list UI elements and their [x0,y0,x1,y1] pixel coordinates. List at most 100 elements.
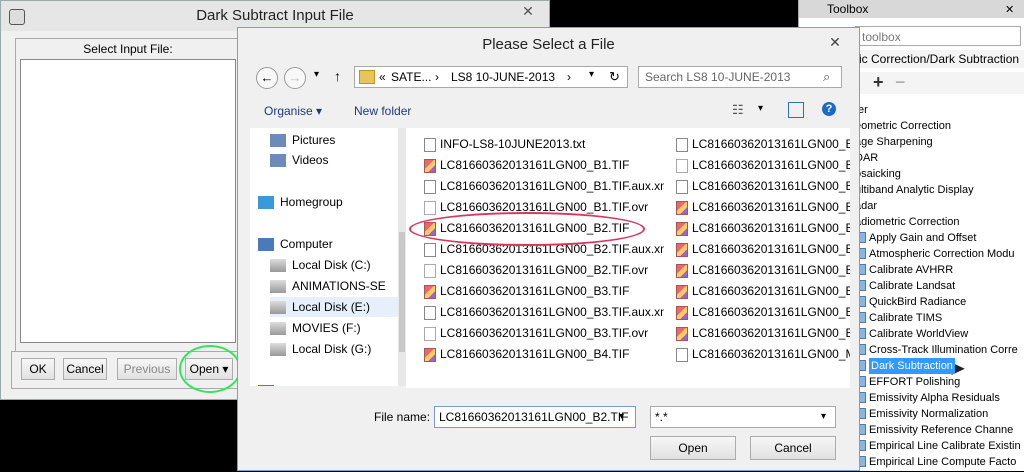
input-file-list[interactable] [20,59,236,343]
navigation-pane: Pictures Videos Homegroup Computer Local Dis… [250,128,398,386]
nav-item-label: Local Disk (G:) [292,342,372,356]
file-type-chevron-down-icon[interactable]: ▾ [821,407,826,427]
toolbox-item[interactable]: eometric Correction [855,118,951,134]
cancel-button[interactable]: Cancel [750,436,836,460]
file-name: LC81660362013161LGN00_B9.T [692,263,850,277]
file-type-select[interactable]: *.* ▾ [650,406,836,428]
computer-icon [258,238,274,252]
toolbox-item[interactable]: Calibrate AVHRR [869,262,953,278]
file-item[interactable]: LC81660362013161LGN00_B6.T [676,197,850,217]
nav-item[interactable]: Videos [270,150,328,170]
file-name: LC81660362013161LGN00_B3.TIF.aux.xml [440,305,664,319]
file-item[interactable]: INFO-LS8-10JUNE2013.txt [424,134,664,154]
file-name-chevron-down-icon[interactable]: ▾ [619,407,624,427]
address-part-ls8[interactable]: LS8 10-JUNE-2013 [451,70,555,84]
view-chevron-down-icon[interactable]: ▾ [758,103,763,114]
file-item[interactable]: LC81660362013161LGN00_MTL [676,344,850,364]
file-item[interactable]: LC81660362013161LGN00_B4.TIF [424,344,664,364]
address-chevron-down-icon[interactable]: ▾ [589,69,594,80]
toolbox-item[interactable]: Cross-Track Illumination Corre [869,342,1018,358]
ok-button[interactable]: OK [21,358,55,380]
network-icon [258,385,274,386]
new-folder-button[interactable]: New folder [354,104,411,118]
toolbox-item[interactable]: Atmospheric Correction Modu [869,246,1015,262]
search-icon[interactable]: ⌕ [823,69,830,85]
toolbox-item[interactable]: Emissivity Alpha Residuals [869,390,1000,406]
file-item[interactable]: LC81660362013161LGN00_B11. [676,302,850,322]
toolbox-item[interactable]: Emissivity Reference Channe [869,422,1013,438]
toolbox-item[interactable]: Calibrate WorldView [869,326,968,342]
back-icon[interactable]: ← [256,67,278,89]
search-input[interactable]: Search LS8 10-JUNE-2013 ⌕ [638,66,842,88]
view-options-icon[interactable]: ☷ [732,102,744,118]
add-icon[interactable]: + [873,72,884,93]
file-item[interactable]: LC81660362013161LGN00_B3.TIF.ovr [424,323,664,343]
nav-item[interactable]: Local Disk (C:) [270,255,371,275]
nav-item-label: Local Disk (E:) [292,300,371,314]
file-item[interactable]: LC81660362013161LGN00_B1.TIF.aux.xml [424,176,664,196]
file-item[interactable]: LC81660362013161LGN00_B4.T [676,155,850,175]
file-item[interactable]: LC81660362013161LGN00_B2.TIF.ovr [424,260,664,280]
nav-item[interactable]: Homegroup [258,192,343,212]
selected-file-highlight-ellipse [409,212,645,246]
file-item[interactable]: LC81660362013161LGN00_B7.T [676,218,850,238]
organise-button[interactable]: Organise ▾ [264,104,322,118]
toolbox-item[interactable]: QuickBird Radiance [869,294,966,310]
file-name-value: LC81660362013161LGN00_B2.TIF [439,410,629,424]
nav-item[interactable]: MOVIES (F:) [270,318,361,338]
help-icon[interactable]: ? [822,102,836,116]
toolbox-item[interactable]: Emissivity Normalization [869,406,988,422]
file-name-input[interactable]: LC81660362013161LGN00_B2.TIF ▾ [434,406,636,428]
address-bar[interactable]: « SATE... › LS8 10-JUNE-2013 › ▾ ↻ [354,66,628,88]
file-type-value: *.* [655,410,668,424]
previous-button[interactable]: Previous [117,358,177,380]
nav-item[interactable]: Local Disk (E:) [270,297,398,317]
open-button[interactable]: Open [650,436,736,460]
toolbox-item[interactable]: ultiband Analytic Display [855,182,974,198]
toolbox-item[interactable]: Empirical Line Calibrate Existin [869,438,1021,454]
file-item[interactable]: LC81660362013161LGN00_B10. [676,281,850,301]
image-file-icon [676,305,688,320]
select-input-label: Select Input File: [83,42,173,56]
nav-item[interactable]: Computer [258,234,333,254]
document-file-icon [676,137,688,152]
scrollbar-thumb[interactable] [399,232,405,352]
up-arrow-icon[interactable]: ↑ [334,68,341,84]
toolbox-item[interactable]: Calibrate Landsat [869,278,955,294]
toolbox-item[interactable]: Dark Subtraction [869,358,955,374]
address-part-sate[interactable]: SATE... [391,70,431,84]
toolbox-item[interactable]: osaicking [855,166,901,182]
nav-item[interactable]: Local Disk (G:) [270,339,371,359]
nav-item[interactable]: Network [258,381,324,386]
recent-chevron-down-icon[interactable]: ▾ [314,69,319,80]
preview-pane-icon[interactable] [788,102,804,118]
cancel-button[interactable]: Cancel [63,358,107,380]
document-file-icon [424,263,436,278]
file-item[interactable]: LC81660362013161LGN00_B4.T [676,134,850,154]
toolbox-item[interactable]: age Sharpening [855,134,933,150]
forward-icon[interactable]: → [284,67,306,89]
nav-scrollbar[interactable] [398,128,406,386]
toolbox-close-icon[interactable]: ✕ [1005,3,1014,16]
refresh-icon[interactable]: ↻ [609,69,620,85]
file-item[interactable]: LC81660362013161LGN00_B8.T [676,239,850,259]
document-file-icon [676,179,688,194]
file-item[interactable]: LC81660362013161LGN00_B1.TIF [424,155,664,175]
toolbox-item[interactable]: Apply Gain and Offset [869,230,976,246]
nav-item[interactable]: ANIMATIONS-SE [270,276,386,296]
nav-item[interactable]: Pictures [270,130,335,150]
remove-icon[interactable]: − [895,72,906,93]
toolbox-item[interactable]: adiometric Correction [855,214,960,230]
toolbox-item[interactable]: Empirical Line Compute Facto [869,454,1016,470]
toolbox-item[interactable]: Calibrate TIMS [869,310,942,326]
file-item[interactable]: LC81660362013161LGN00_B3.TIF [424,281,664,301]
dialog-close-button[interactable]: ✕ [820,32,850,52]
dark-subtract-close-button[interactable]: ✕ [513,1,543,21]
file-item[interactable]: LC81660362013161LGN00_BQA [676,323,850,343]
file-item[interactable]: LC81660362013161LGN00_B5.T [676,176,850,196]
image-file-icon [676,221,688,236]
file-item[interactable]: LC81660362013161LGN00_B9.T [676,260,850,280]
file-item[interactable]: LC81660362013161LGN00_B3.TIF.aux.xml [424,302,664,322]
toolbox-search-input[interactable]: toolbox [855,26,1021,46]
toolbox-item[interactable]: EFFORT Polishing [869,374,960,390]
